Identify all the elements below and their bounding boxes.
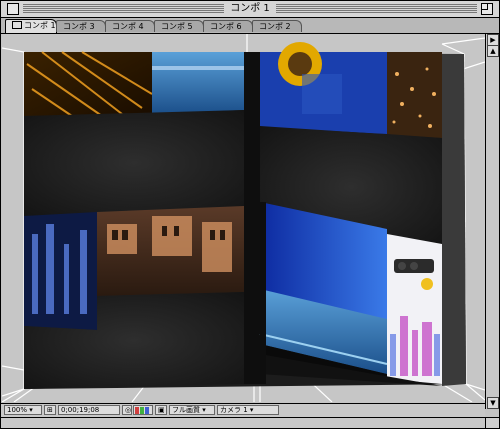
region-of-interest-icon[interactable]: ▣ bbox=[155, 405, 167, 415]
horizontal-scrollbar[interactable] bbox=[1, 417, 485, 428]
composition-viewer[interactable] bbox=[2, 34, 485, 402]
camera-view-menu[interactable]: カメラ 1 ▾ bbox=[217, 405, 279, 415]
resize-grip-icon[interactable] bbox=[485, 417, 499, 428]
snapshot-icon[interactable]: ◎ bbox=[122, 405, 132, 415]
channel-colors[interactable] bbox=[133, 405, 153, 415]
zoom-menu[interactable]: 100% ▾ bbox=[4, 405, 42, 415]
tab-bar: コンポ 1 コンポ 3 コンポ 4 コンポ 5 コンポ 6 コンポ 2 bbox=[1, 18, 499, 34]
viewer-options-bar: 100% ▾ ⊞ 0;00;19;08 ◎ ▣ フル画質 ▾ カメラ 1 ▾ bbox=[1, 403, 485, 417]
tab-comp-3[interactable]: コンポ 3 bbox=[56, 20, 106, 32]
safe-zones-icon[interactable]: ⊞ bbox=[44, 405, 56, 415]
3d-scene bbox=[2, 34, 485, 402]
tab-comp-1[interactable]: コンポ 1 bbox=[5, 19, 57, 33]
zoom-box[interactable] bbox=[481, 3, 493, 15]
window-title: コンポ 1 bbox=[224, 3, 276, 14]
vertical-scrollbar[interactable]: ▶ ▲ ▼ bbox=[485, 34, 499, 409]
resolution-menu[interactable]: フル画質 ▾ bbox=[169, 405, 215, 415]
title-bar[interactable]: コンポ 1 bbox=[1, 1, 499, 18]
composition-window: コンポ 1 コンポ 1 コンポ 3 コンポ 4 コンポ 5 コンポ 6 コンポ … bbox=[0, 0, 500, 429]
tab-comp-6[interactable]: コンポ 6 bbox=[203, 20, 253, 32]
comp-icon bbox=[12, 21, 22, 29]
scroll-down-arrow-icon[interactable]: ▼ bbox=[487, 397, 499, 409]
scroll-up-arrow-icon[interactable]: ▲ bbox=[487, 45, 499, 57]
tab-comp-5[interactable]: コンポ 5 bbox=[154, 20, 204, 32]
current-time-field[interactable]: 0;00;19;08 bbox=[58, 405, 120, 415]
tab-comp-4[interactable]: コンポ 4 bbox=[105, 20, 155, 32]
tab-comp-2[interactable]: コンポ 2 bbox=[252, 20, 302, 32]
